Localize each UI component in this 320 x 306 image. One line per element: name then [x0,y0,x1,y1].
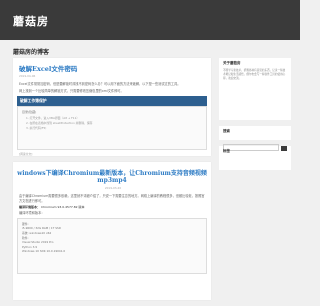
search-title: 搜索 [223,129,230,133]
search-widget: 搜索 [219,126,291,151]
read-more-link[interactable]: [阅读全文] [19,152,207,156]
post-paragraph: 编译环境和版本： [19,211,45,216]
post-title-link[interactable]: 破解Excel文件密码 [19,63,207,73]
version-line: 编译环境版本： Chromium 93.0.4577.82 版本 [19,205,205,209]
post-date: 2019-04-06 [19,74,36,78]
sidebar: 关于蘑菇房 不断学习新技术，折腾各种有意思的东西，记录一些技术笔记和生活感悟，偶… [219,58,291,176]
code-line: Windows 10 SDK 10.0.19041.0 [22,249,66,254]
toc-title[interactable]: 目录(隐藏) [22,110,202,114]
search-input[interactable] [223,144,279,151]
about-title: 关于蘑菇房 [223,61,241,65]
version-value: Chromium 93.0.4577.82 版本 [40,205,85,210]
main-content: 破解Excel文件密码 2019-04-06 Excel文件常常加密码，但是要解… [13,58,211,306]
site-subtitle: 蘑菇房的博客 [13,49,50,56]
post-card: windows下编译Chromium最新版本，让Chromium支持音频视频mp… [13,162,211,300]
version-label: 编译环境版本： [19,205,41,210]
site-logo[interactable]: 蘑菇房 [13,13,49,29]
post-card: 破解Excel文件密码 2019-04-06 Excel文件常常加密码，但是要解… [13,58,211,156]
site-header: 蘑菇房 [0,0,300,40]
about-text: 不断学习新技术，折腾各种有意思的东西，记录一些技术笔记和生活感悟，偶尔也会写一些… [223,69,286,80]
post-paragraph: 由于编译Chromium需要很多依赖，这里就不详细介绍了，只说一下需要注意的地方… [19,194,205,203]
about-widget: 关于蘑菇房 不断学习新技术，折腾各种有意思的东西，记录一些技术笔记和生活感悟，偶… [219,58,291,120]
code-block: 硬件: i5-9600 / 32G RAM / 1T SSD 系统: windo… [17,217,207,274]
post-paragraph: Excel文件常常加密码，但是要解锁时却找不到密码怎么办？可以用下面的方法来破解… [19,82,181,86]
post-title-link[interactable]: windows下编译Chromium最新版本，让Chromium支持音频视频mp… [17,168,207,184]
post-paragraph: 网上找到一个比较简单的解锁方式，只需要修改压缩包里的xml文件即可。 [19,88,124,93]
post-date: 2019-03-20 [104,186,122,190]
table-of-contents: 目录(隐藏) 1. 打开文件，进入VBA界面（Alt + F11） 2. 在所在… [17,106,207,151]
toc-item[interactable]: 3. 执行代码(F5) [22,126,202,131]
search-button[interactable] [281,146,287,151]
post-subheading: 破解工作簿保护 [17,96,207,107]
